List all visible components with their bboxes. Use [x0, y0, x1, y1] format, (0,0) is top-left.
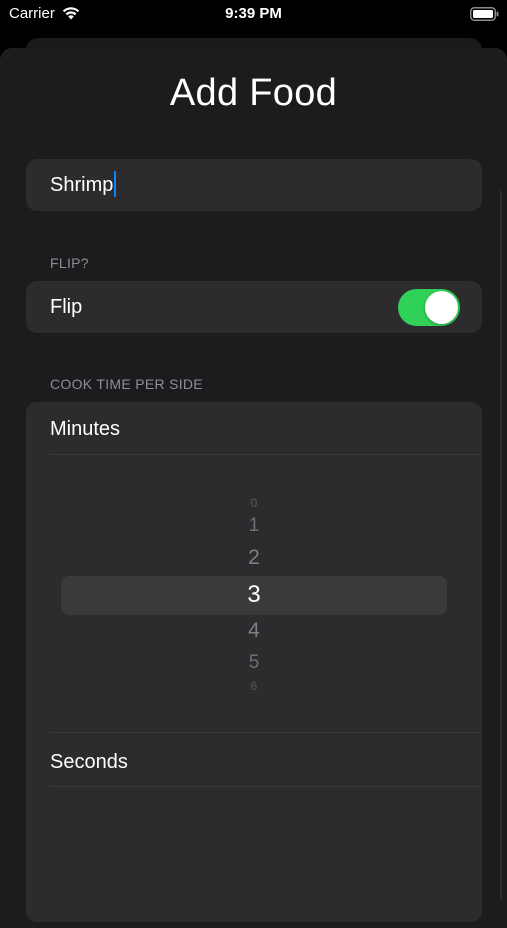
name-field-group: Shrimp — [26, 159, 482, 211]
flip-toggle[interactable] — [398, 289, 460, 326]
cook-time-section-header: COOK TIME PER SIDE — [50, 376, 203, 392]
cook-time-group: Minutes 0 1 2 3 4 5 6 Seconds — [26, 402, 482, 922]
flip-section-header: FLIP? — [50, 255, 89, 271]
status-time: 9:39 PM — [225, 5, 282, 22]
food-name-value: Shrimp — [50, 174, 114, 196]
separator — [50, 732, 482, 733]
separator — [50, 454, 482, 455]
toggle-knob — [425, 291, 458, 324]
picker-option[interactable]: 4 — [26, 619, 482, 643]
page-title: Add Food — [169, 72, 338, 114]
battery-icon — [470, 7, 499, 21]
minutes-label: Minutes — [50, 418, 121, 440]
picker-option[interactable]: 6 — [26, 679, 482, 693]
picker-option[interactable]: 2 — [26, 546, 482, 570]
seconds-label: Seconds — [50, 751, 128, 773]
picker-option[interactable]: 5 — [26, 652, 482, 674]
text-caret — [114, 171, 117, 198]
status-bar: Carrier 9:39 PM — [0, 0, 507, 30]
picker-option[interactable]: 0 — [26, 496, 482, 510]
picker-option-selected[interactable]: 3 — [26, 581, 482, 609]
separator — [50, 786, 482, 787]
scroll-indicator — [500, 190, 502, 900]
picker-option[interactable]: 1 — [26, 515, 482, 537]
flip-row: Flip — [26, 281, 482, 333]
food-name-input[interactable]: Shrimp — [50, 159, 117, 211]
flip-label: Flip — [50, 296, 83, 318]
